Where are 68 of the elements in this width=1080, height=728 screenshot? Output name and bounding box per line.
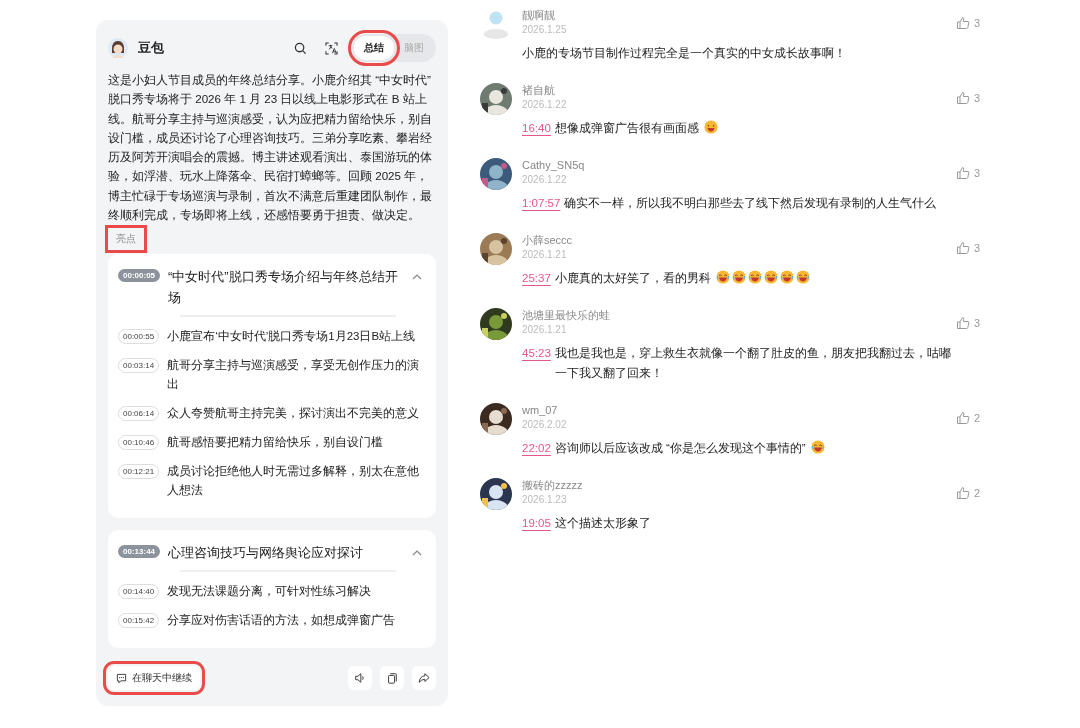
speaker-button[interactable] <box>348 666 372 690</box>
username[interactable]: 池塘里最快乐的蛙 <box>522 308 956 323</box>
like-button[interactable]: 3 <box>955 241 980 255</box>
comment-date: 2026.1.22 <box>522 98 568 112</box>
laughing-face-icon <box>796 270 810 284</box>
assistant-avatar-icon <box>108 38 128 58</box>
like-button[interactable]: 3 <box>955 16 980 30</box>
translate-icon[interactable] <box>325 41 338 55</box>
laughing-face-icon <box>748 270 762 284</box>
timestamp-link[interactable]: 1:07:57 <box>522 193 561 213</box>
timestamp-link[interactable]: 19:05 <box>522 513 551 533</box>
share-button[interactable] <box>412 666 436 690</box>
chapter-point: 成员讨论拒绝他人时无需过多解释，别太在意他人想法 <box>167 464 421 499</box>
comment-text: 咨询师以后应该改成 “你是怎么发现这个事情的” <box>554 442 806 454</box>
username[interactable]: 靓啊靓 <box>522 8 956 23</box>
chapter-timestamp[interactable]: 00:00:05 <box>118 269 161 283</box>
username[interactable]: Cathy_SN5q <box>522 158 956 173</box>
chapter-point: 航哥分享主持与巡演感受，享受无创作压力的演出 <box>167 358 421 393</box>
comment-date: 2026.1.21 <box>522 248 568 262</box>
comment-date: 2026.1.25 <box>522 23 568 37</box>
username[interactable]: 小薛seccc <box>522 233 956 248</box>
share-icon <box>418 672 430 684</box>
copy-button[interactable] <box>380 666 404 690</box>
comment-date: 2026.2.02 <box>522 418 568 432</box>
comment-text: 小鹿的专场节目制作过程完全是一个真实的中女成长故事啊！ <box>522 47 846 59</box>
chapter-title: “中女时代”脱口秀专场介绍与年终总结开场 <box>168 268 399 308</box>
speaker-icon <box>354 672 366 684</box>
laughing-face-icon <box>810 440 825 454</box>
collapse-chevron-icon[interactable] <box>412 274 422 281</box>
chapter-point: 小鹿宣布‘中女时代’脱口秀专场1月23日B站上线 <box>167 329 416 345</box>
chapter-point: 航哥感悟要把精力留给快乐，别自设门槛 <box>167 435 384 451</box>
highlights-label: 亮点 <box>108 228 144 251</box>
comment-date: 2026.1.22 <box>522 173 568 187</box>
chapter-timestamp[interactable]: 00:13:44 <box>118 545 161 559</box>
laughing-face-icon <box>764 270 778 284</box>
like-button[interactable]: 3 <box>955 316 980 330</box>
like-button[interactable]: 3 <box>955 166 980 180</box>
timestamp-link[interactable]: 16:40 <box>522 118 551 138</box>
like-button[interactable]: 2 <box>955 486 980 500</box>
comment-text: 我也是我也是，穿上救生衣就像一个翻了肚皮的鱼，朋友把我翻过去，咕嘟一下我又翻了回来！ <box>554 347 951 379</box>
comment-text: 这个描述太形象了 <box>554 517 651 529</box>
copy-icon <box>386 672 398 684</box>
username[interactable]: wm_07 <box>522 403 956 418</box>
chapter-point: 众人夸赞航哥主持完美，探讨演出不完美的意义 <box>167 406 420 422</box>
laughing-face-icon <box>716 270 730 284</box>
laughing-face-icon <box>780 270 794 284</box>
collapse-chevron-icon[interactable] <box>412 550 422 557</box>
timestamp-link[interactable]: 22:02 <box>522 438 551 458</box>
comment-text: 确实不一样，所以我不明白那些去了线下然后发现有录制的人生气什么 <box>564 197 937 209</box>
chapter-point: 发现无法课题分离，可针对性练习解决 <box>167 584 372 600</box>
timestamp-link[interactable]: 45:23 <box>522 343 551 363</box>
comment-date: 2026.1.23 <box>522 493 568 507</box>
assistant-name: 豆包 <box>138 39 164 57</box>
like-button[interactable]: 3 <box>955 91 980 105</box>
username[interactable]: 褚自航 <box>522 83 956 98</box>
chapter-title: 心理咨询技巧与网络舆论应对探讨 <box>168 544 365 563</box>
timestamp-link[interactable]: 25:37 <box>522 268 551 288</box>
grinning-face-icon <box>704 120 718 134</box>
chat-icon <box>116 672 127 684</box>
like-button[interactable]: 2 <box>955 411 980 425</box>
comment-date: 2026.1.21 <box>522 323 568 337</box>
username[interactable]: 搬砖的zzzzz <box>522 478 956 493</box>
comment-text: 想像成弹窗广告很有画面感 <box>554 122 699 134</box>
summary-text: 这是小妇人节目成员的年终总结分享。小鹿介绍其 “中女时代” 脱口秀专场将于 2026 年 1 月 23 日以线上电影形式在 B 站上线。航哥分享主持与巡演感受，认为应把精力留给快乐，别自设门槛，成员还讨论了心理咨询技巧。三弟分享吃素、攀岩经历及阿芳开演唱会的震撼。博主讲述观看演出、泰国游玩的体验，如浮潜、玩水上降落伞、民宿打蟑螂等。回顾 2025 年，博主忙碌于专场巡演与录制，首次不满意后重建团队制作，最终顺利完成，专场即将上线，还感悟要勇于担责、做决定。 <box>108 72 433 224</box>
laughing-face-icon <box>732 270 746 284</box>
search-icon[interactable] <box>294 41 307 55</box>
chapter-point: 分享应对伤害话语的方法，如想成弹窗广告 <box>167 613 396 629</box>
comment-text: 小鹿真的太好笑了，看的男科 <box>554 272 711 284</box>
